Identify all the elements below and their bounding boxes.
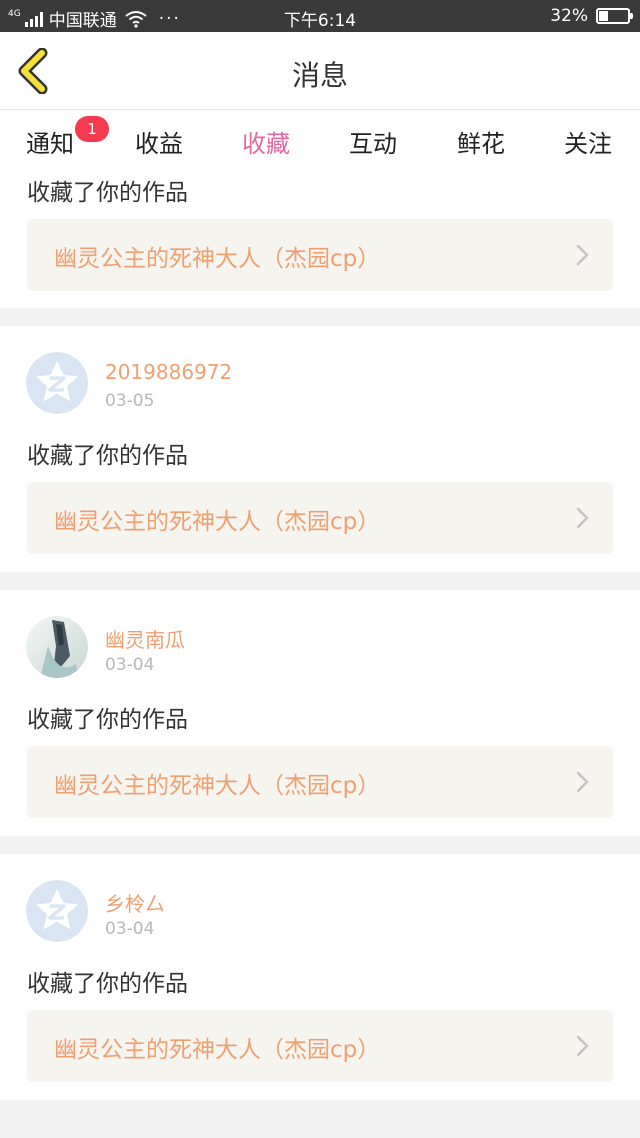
photo-avatar-image [26, 616, 88, 678]
status-bar: 4G 中国联通 ··· 下午6:14 32% [0, 0, 640, 32]
avatar[interactable] [26, 880, 88, 942]
tab-following[interactable]: 关注 [543, 124, 633, 159]
list-item: 收藏了你的作品 幽灵公主的死神大人（杰园cp） [0, 168, 640, 308]
username[interactable]: 幽灵南瓜 [105, 624, 185, 653]
username[interactable]: 2019886972 [105, 360, 232, 384]
default-avatar-icon [26, 880, 88, 942]
work-title: 幽灵公主的死神大人（杰园cp） [54, 246, 381, 272]
work-title: 幽灵公主的死神大人（杰园cp） [54, 1037, 381, 1063]
action-text: 收藏了你的作品 [27, 971, 188, 997]
avatar[interactable] [26, 352, 88, 414]
avatar[interactable] [26, 616, 88, 678]
chevron-right-icon [576, 1035, 589, 1057]
page-title: 消息 [291, 59, 348, 92]
action-text: 收藏了你的作品 [27, 707, 188, 733]
tab-label: 收藏 [242, 130, 290, 158]
username[interactable]: 乡柃厶 [105, 888, 165, 917]
tab-label: 通知 [26, 130, 74, 158]
work-link[interactable]: 幽灵公主的死神大人（杰园cp） [27, 1010, 613, 1082]
tab-favorites[interactable]: 收藏 [221, 124, 311, 174]
work-link[interactable]: 幽灵公主的死神大人（杰园cp） [27, 219, 613, 291]
tab-interactions[interactable]: 互动 [328, 124, 418, 159]
work-link[interactable]: 幽灵公主的死神大人（杰园cp） [27, 482, 613, 554]
timestamp: 03-04 [105, 655, 155, 675]
list-item: 乡柃厶 03-04 收藏了你的作品 幽灵公主的死神大人（杰园cp） [0, 854, 640, 1100]
unread-badge: 1 [75, 116, 109, 142]
action-text: 收藏了你的作品 [27, 180, 188, 206]
clock: 下午6:14 [283, 11, 357, 31]
battery-percent: 32% [550, 6, 588, 26]
work-title: 幽灵公主的死神大人（杰园cp） [54, 509, 381, 535]
header: 消息 [0, 32, 640, 110]
default-avatar-icon [26, 352, 88, 414]
action-text: 收藏了你的作品 [27, 443, 188, 469]
work-link[interactable]: 幽灵公主的死神大人（杰园cp） [27, 746, 613, 818]
tab-label: 收益 [135, 130, 183, 158]
tab-label: 鲜花 [457, 130, 505, 158]
tab-label: 关注 [564, 130, 612, 158]
tab-bar: 通知 1 收益 收藏 互动 鲜花 关注 [0, 110, 640, 174]
tab-earnings[interactable]: 收益 [114, 124, 204, 159]
chevron-right-icon [576, 507, 589, 529]
list-item: 2019886972 03-05 收藏了你的作品 幽灵公主的死神大人（杰园cp） [0, 326, 640, 572]
work-title: 幽灵公主的死神大人（杰园cp） [54, 773, 381, 799]
chevron-right-icon [576, 771, 589, 793]
timestamp: 03-05 [105, 391, 155, 411]
battery-icon [596, 8, 633, 24]
tab-notifications[interactable]: 通知 1 [5, 116, 109, 159]
list-item: 幽灵南瓜 03-04 收藏了你的作品 幽灵公主的死神大人（杰园cp） [0, 590, 640, 836]
tab-flowers[interactable]: 鲜花 [436, 124, 526, 159]
timestamp: 03-04 [105, 919, 155, 939]
chevron-right-icon [576, 244, 589, 266]
tab-label: 互动 [349, 130, 397, 158]
